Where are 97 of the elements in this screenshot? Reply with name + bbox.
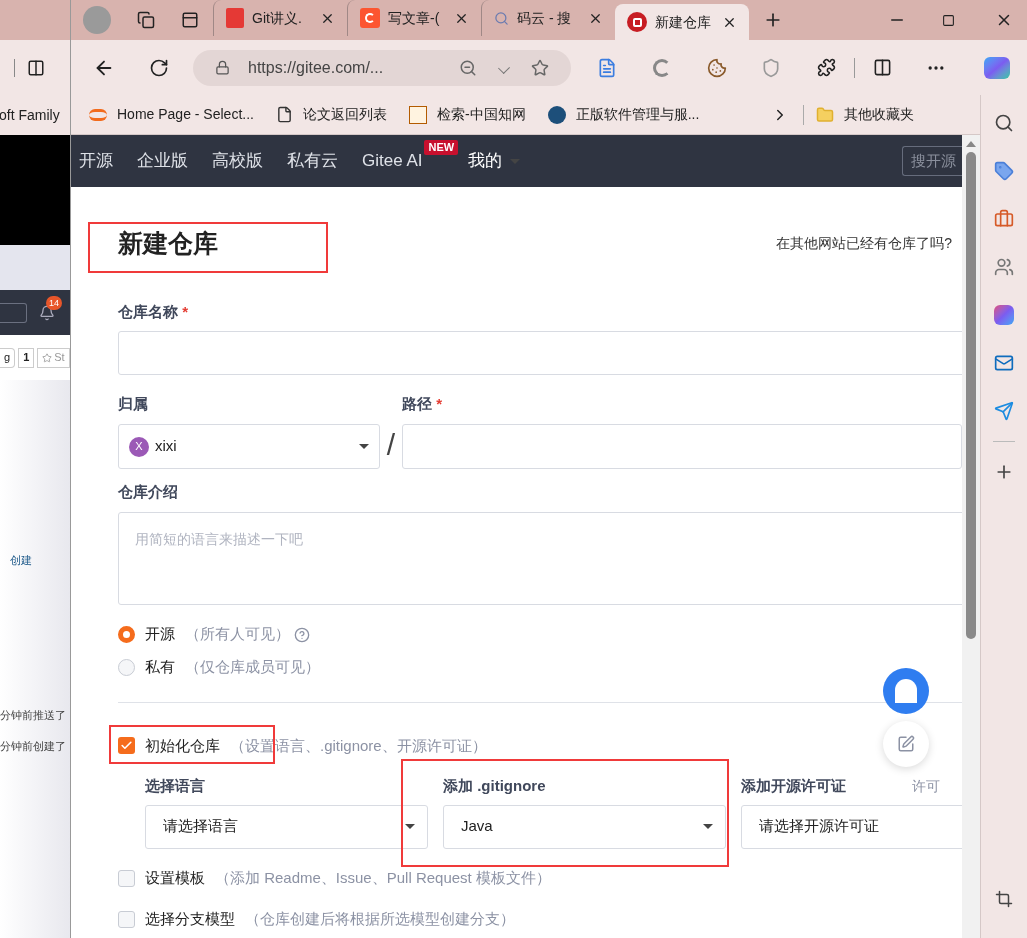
select-field[interactable]: Java	[443, 804, 726, 849]
hint-text: （仓库创建后将根据所选模型创建分支）	[245, 908, 515, 929]
hint-text: （仅仓库成员可见）	[185, 657, 320, 678]
bookmark[interactable]: Home Page - Select...	[89, 104, 254, 125]
count-label: 1	[18, 347, 35, 368]
radio-button[interactable]	[118, 626, 135, 643]
nav-link[interactable]: 私有云	[287, 148, 338, 174]
owner-avatar: X	[129, 436, 149, 457]
tab-title: 码云 - 搜	[517, 8, 573, 28]
lock-icon	[215, 60, 230, 75]
checkbox[interactable]	[118, 737, 135, 755]
scrollbar[interactable]	[962, 135, 980, 938]
nav-link[interactable]: 高校版	[212, 148, 263, 174]
gitee-logo-icon	[627, 12, 647, 32]
screenshot-icon[interactable]	[995, 890, 1013, 908]
cookie-icon[interactable]	[707, 57, 727, 78]
zoom-out-icon[interactable]	[459, 58, 477, 77]
folder-icon	[816, 105, 835, 124]
arc-logo-icon	[89, 108, 107, 121]
notification-badge: 14	[46, 295, 62, 310]
hint-text: 许可	[912, 776, 940, 796]
hint-text: （所有人可见）	[185, 624, 290, 645]
hint-text: （添加 Readme、Issue、Pull Request 模板文件）	[215, 867, 551, 888]
field-label: 仓库介绍	[118, 482, 179, 502]
browser-tab[interactable]: 新建仓库	[615, 4, 749, 40]
select-field[interactable]: 请选择语言	[145, 804, 428, 849]
input-field[interactable]	[118, 331, 962, 375]
bell-icon[interactable]	[39, 304, 55, 321]
input-field[interactable]	[402, 424, 962, 469]
c-logo-icon	[360, 8, 380, 28]
activity-text: 分钟前创建了	[0, 739, 66, 754]
checkbox[interactable]	[118, 869, 135, 887]
collections-icon[interactable]	[137, 11, 155, 29]
tag-icon[interactable]	[994, 161, 1014, 181]
split-screen-icon[interactable]	[873, 58, 892, 77]
import-link[interactable]: 在其他网站已经有仓库了吗?	[776, 233, 952, 255]
star-icon	[42, 352, 53, 363]
caret-icon	[358, 444, 369, 449]
split-screen-icon[interactable]	[27, 58, 45, 77]
shield-icon[interactable]	[761, 57, 781, 78]
field-label: 选择语言	[145, 776, 205, 796]
field-label: 归属	[118, 395, 148, 412]
branch-button[interactable]: g	[0, 347, 16, 368]
copilot-icon[interactable]	[984, 56, 1010, 79]
field-label: 添加开源许可证	[741, 776, 846, 796]
tab-actions-icon[interactable]	[181, 11, 199, 29]
send-icon[interactable]	[994, 401, 1014, 421]
nav-link[interactable]: Gitee AI	[362, 148, 423, 174]
tab-title: 新建仓库	[655, 12, 712, 32]
briefcase-icon[interactable]	[994, 209, 1014, 229]
radio-button[interactable]	[118, 659, 135, 676]
search-icon[interactable]	[994, 113, 1014, 133]
create-link[interactable]: 创建	[10, 552, 32, 569]
caret-icon	[703, 824, 713, 829]
checkbox[interactable]	[118, 910, 135, 928]
radio-label[interactable]: 开源	[145, 623, 175, 646]
extensions-icon[interactable]	[817, 58, 836, 77]
favorite-icon[interactable]	[531, 58, 549, 77]
nav-link[interactable]: 企业版	[137, 148, 188, 174]
document-icon[interactable]	[597, 57, 617, 78]
page-title: 新建仓库	[118, 228, 218, 259]
field-label: 路径 *	[402, 395, 442, 412]
header-band	[0, 245, 70, 290]
checkbox-label[interactable]: 初始化仓库	[145, 734, 220, 757]
bookmark[interactable]: 论文返回列表	[275, 104, 387, 125]
caret-icon	[405, 824, 415, 829]
search-icon	[494, 10, 509, 26]
support-avatar-button[interactable]	[883, 668, 929, 714]
checkbox-label[interactable]: 选择分支模型	[145, 907, 235, 931]
bookmark[interactable]: 检索-中国知网	[408, 104, 526, 125]
other-favorites-folder[interactable]: 其他收藏夹	[816, 104, 915, 125]
tab-title: Git讲义.	[252, 8, 303, 28]
nav-link[interactable]: 开源	[79, 148, 113, 174]
nav-link[interactable]: 我的	[468, 148, 521, 174]
search-field[interactable]	[0, 302, 27, 323]
checkbox-label[interactable]: 设置模板	[145, 866, 205, 890]
address-bar[interactable]: https://gitee.com/...	[193, 49, 571, 86]
owner-select[interactable]: X xixi	[118, 424, 380, 469]
page-icon	[275, 106, 293, 123]
radio-label[interactable]: 私有	[145, 656, 175, 679]
help-icon[interactable]	[294, 626, 310, 643]
browser-tab[interactable]: 写文章-(	[347, 0, 481, 36]
office-icon[interactable]	[994, 305, 1014, 325]
browser-tab[interactable]: Git讲义.	[213, 0, 347, 36]
mail-icon[interactable]	[994, 353, 1014, 373]
feedback-button[interactable]	[883, 721, 929, 767]
edit-icon	[897, 735, 915, 753]
field-label: 仓库名称 *	[118, 302, 188, 320]
maximize-icon[interactable]	[942, 13, 955, 27]
refresh-icon[interactable]	[149, 57, 169, 78]
bookmark[interactable]: 正版软件管理与服...	[547, 104, 700, 125]
new-badge: NEW	[424, 140, 459, 155]
field-label: 添加 .gitignore	[443, 776, 546, 796]
path-separator: /	[386, 427, 395, 463]
activity-text: 分钟前推送了	[0, 708, 66, 723]
tab-title: 写文章-(	[388, 8, 441, 28]
people-icon[interactable]	[994, 257, 1014, 277]
